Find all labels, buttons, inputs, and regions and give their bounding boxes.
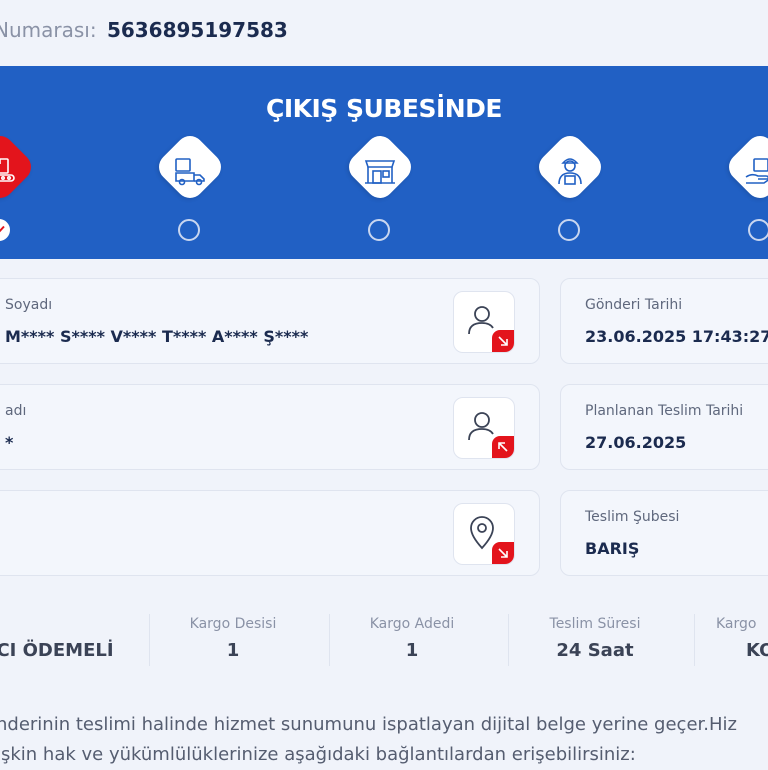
summary-payment: CI ÖDEMELİ: [0, 600, 130, 680]
footer-line-1: nderinin teslimi halinde hizmet sunumunu…: [0, 714, 737, 735]
delivery-branch-label: Teslim Şubesi: [585, 509, 680, 525]
sender-card: Soyadı M**** S**** V**** T**** A**** Ş**…: [0, 278, 540, 364]
sender-name: M**** S**** V**** T**** A**** Ş****: [5, 327, 309, 346]
summary-count: Kargo Adedi 1: [329, 600, 495, 680]
summary-row: CI ÖDEMELİ Kargo Desisi 1 Kargo Adedi 1 …: [0, 600, 768, 680]
conveyor-box-icon: [0, 158, 15, 182]
status-banner: ÇIKIŞ ŞUBESİNDE: [0, 66, 768, 259]
receiver-card: adı *: [0, 384, 540, 470]
planned-date-card: Planlanan Teslim Tarihi 27.06.2025: [560, 384, 768, 470]
step-check-circle: [0, 219, 10, 241]
tracking-number-label: Numarası:: [0, 18, 97, 42]
tracking-number-value: 5636895197583: [106, 18, 288, 42]
planned-date-label: Planlanan Teslim Tarihi: [585, 403, 744, 419]
summary-type-value: KO: [746, 640, 768, 661]
status-step-courier: [530, 130, 610, 241]
courier-icon: [558, 158, 582, 185]
sender-icon-box: [453, 291, 515, 353]
delivery-truck-icon: [175, 158, 205, 186]
send-date-label: Gönderi Tarihi: [585, 297, 683, 313]
status-title: ÇIKIŞ ŞUBESİNDE: [265, 94, 503, 123]
status-step-branch: [340, 130, 420, 241]
summary-duration-value: 24 Saat: [556, 640, 634, 661]
summary-payment-value: CI ÖDEMELİ: [0, 640, 114, 661]
summary-desi-value: 1: [226, 640, 240, 661]
footer-line-2: işkin hak ve yükümlülüklerinize aşağıdak…: [0, 744, 636, 765]
planned-date-value: 27.06.2025: [585, 433, 687, 452]
summary-divider: [694, 614, 695, 666]
arrow-in-icon: [492, 436, 514, 458]
status-step-transfer: [150, 130, 230, 241]
status-step-delivered: [720, 130, 768, 241]
hand-package-icon: [745, 158, 768, 184]
receiver-icon-box: [453, 397, 515, 459]
step-circle: [558, 219, 580, 241]
status-step-conveyor: [0, 130, 40, 241]
step-circle: [178, 219, 200, 241]
summary-duration-label: Teslim Süresi: [549, 616, 641, 632]
send-date-value: 23.06.2025 17:43:27: [585, 327, 768, 346]
summary-type: Kargo KO: [716, 600, 768, 680]
tracking-number-line: Numarası: 5636895197583: [0, 18, 288, 42]
send-date-card: Gönderi Tarihi 23.06.2025 17:43:27: [560, 278, 768, 364]
step-circle: [748, 219, 768, 241]
footer-info-text: nderinin teslimi halinde hizmet sunumunu…: [0, 710, 768, 770]
step-circle: [368, 219, 390, 241]
arrow-out-icon: [492, 330, 514, 352]
summary-desi-label: Kargo Desisi: [189, 616, 277, 632]
summary-type-label: Kargo: [716, 616, 757, 632]
address-card: [0, 490, 540, 576]
address-icon-box: [453, 503, 515, 565]
summary-desi: Kargo Desisi 1: [150, 600, 316, 680]
delivery-branch-value: BARIŞ: [585, 539, 640, 558]
delivery-branch-card: Teslim Şubesi BARIŞ: [560, 490, 768, 576]
summary-duration: Teslim Süresi 24 Saat: [508, 600, 682, 680]
sender-label: Soyadı: [5, 297, 53, 313]
branch-store-icon: [364, 160, 396, 184]
receiver-name: *: [5, 433, 14, 452]
receiver-label: adı: [5, 403, 27, 419]
summary-count-value: 1: [405, 640, 419, 661]
arrow-out-icon: [492, 542, 514, 564]
summary-count-label: Kargo Adedi: [369, 616, 455, 632]
check-icon: [0, 225, 5, 233]
